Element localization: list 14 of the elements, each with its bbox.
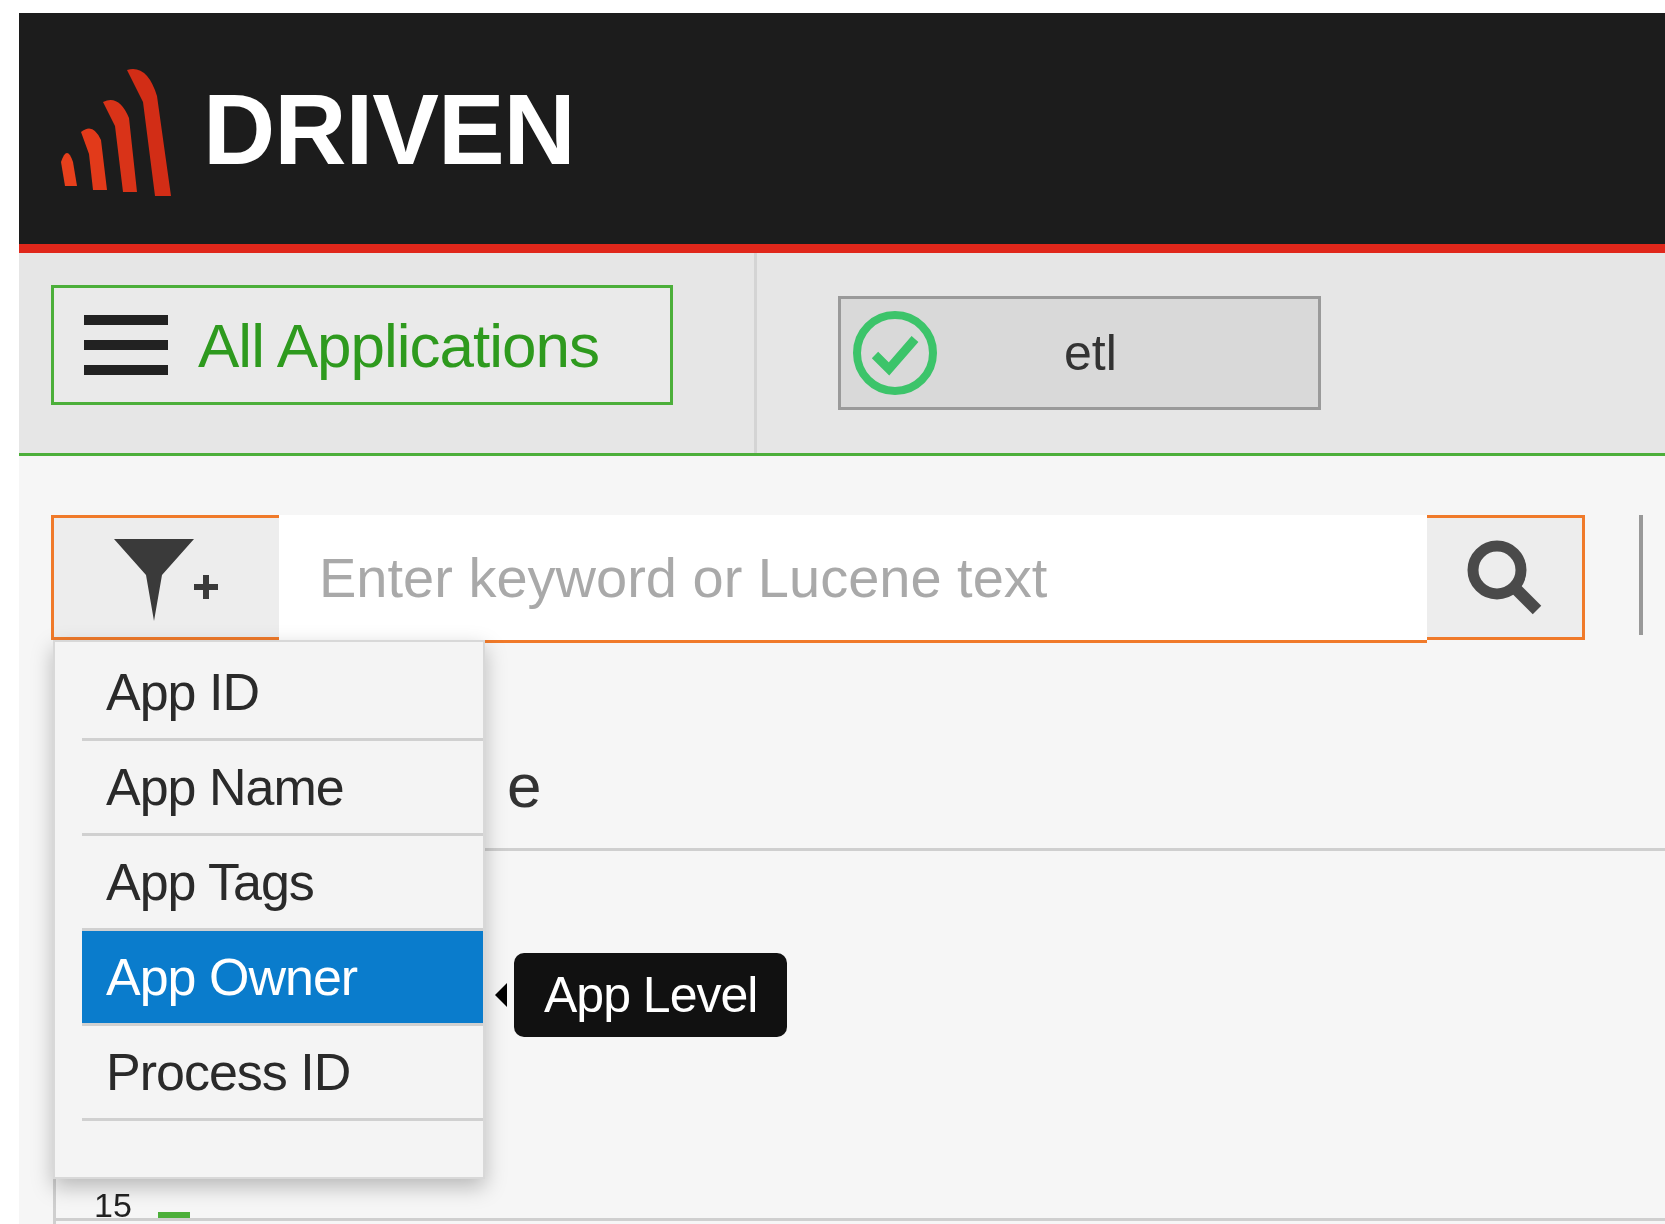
filter-menu-item[interactable]: App Owner [82, 931, 483, 1026]
chip-label: etl [1064, 323, 1117, 383]
logo-text: DRIVEN [203, 78, 575, 179]
check-circle-icon [851, 309, 939, 397]
filter-menu-item[interactable]: App Name [82, 741, 483, 836]
row-value: 15 [94, 1188, 132, 1222]
filter-menu-item[interactable]: App ID [82, 646, 483, 741]
tooltip: App Level [514, 953, 788, 1037]
heading-text: e [507, 755, 542, 817]
menu-icon [84, 315, 168, 375]
status-chip[interactable]: etl [838, 296, 1321, 410]
value-bar [158, 1212, 190, 1218]
filter-menu-item[interactable]: Process ID [82, 1026, 483, 1121]
search-field[interactable]: Enter keyword or Lucene text [279, 515, 1427, 643]
